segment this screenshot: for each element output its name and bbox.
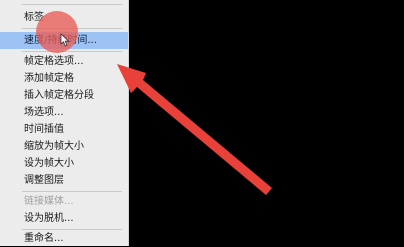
- click-highlight-circle: [36, 11, 78, 53]
- menu-item-field-options[interactable]: 场选项...: [0, 104, 128, 121]
- mouse-cursor-icon: [60, 33, 70, 47]
- menu-separator: [22, 4, 122, 5]
- menu-item-link-media: 链接媒体...: [24, 196, 74, 207]
- menu-separator: [22, 51, 122, 52]
- menu-item-time-interpolation[interactable]: 时间插值: [0, 121, 128, 138]
- menu-item-adjustment-layer[interactable]: 调整图层: [0, 172, 128, 189]
- menu-item-insert-frame-hold-segment[interactable]: 插入帧定格分段: [0, 87, 128, 104]
- menu-item-frame-hold-options[interactable]: 帧定格选项...: [0, 53, 128, 70]
- menu-item-scale-to-frame-size[interactable]: 缩放为帧大小: [0, 138, 128, 155]
- menu-item-rename[interactable]: 重命名...: [0, 230, 128, 247]
- menu-item-make-offline[interactable]: 设为脱机...: [0, 210, 128, 227]
- menu-item-set-to-frame-size[interactable]: 设为帧大小: [0, 155, 128, 172]
- menu-item-add-frame-hold[interactable]: 添加帧定格: [0, 70, 128, 87]
- menu-separator: [22, 191, 122, 192]
